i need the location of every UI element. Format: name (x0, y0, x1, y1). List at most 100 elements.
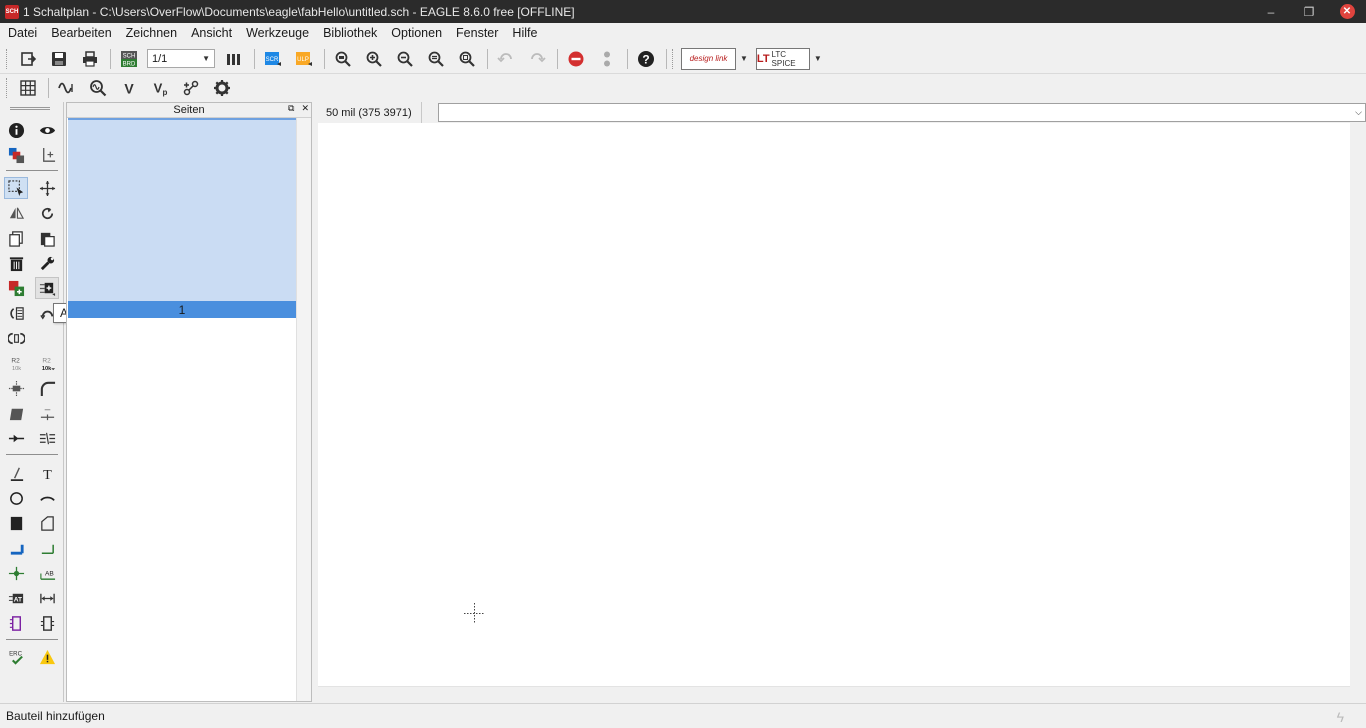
value-tool[interactable]: R2 10k (35, 352, 59, 374)
sheet-list-item[interactable]: 1 (68, 301, 296, 318)
zoom-in-button[interactable] (361, 47, 387, 71)
arc-tool[interactable] (35, 487, 59, 509)
add-part-tool[interactable] (4, 277, 28, 299)
add-tool[interactable] (35, 277, 59, 299)
change-tool[interactable] (35, 252, 59, 274)
design-link-button[interactable]: design link (681, 47, 736, 70)
bus-tool[interactable] (4, 537, 28, 559)
smash-tool[interactable] (4, 377, 28, 399)
toolbar-grip (672, 48, 675, 69)
delete-tool[interactable] (4, 252, 28, 274)
help-button[interactable]: ? (633, 47, 659, 71)
gateswap-tool[interactable] (4, 327, 28, 349)
lightning-icon: ϟ (1336, 709, 1344, 725)
junction-tool[interactable] (4, 562, 28, 584)
switch-board-button[interactable]: SCH BRD (116, 47, 142, 71)
show-tool[interactable] (35, 119, 59, 141)
frame-tool[interactable] (4, 612, 28, 634)
split-tool[interactable] (4, 402, 28, 424)
dimension-tool[interactable] (35, 587, 59, 609)
mirror-tool[interactable] (4, 202, 28, 224)
mark-tool[interactable] (35, 144, 59, 166)
info-tool[interactable] (4, 119, 28, 141)
canvas-horizontal-scrollbar[interactable] (318, 686, 1350, 702)
attribute-tool[interactable]: AT (4, 587, 28, 609)
zoom-fit-button[interactable] (330, 47, 356, 71)
menu-bibliothek[interactable]: Bibliothek (316, 26, 384, 40)
pinswap-tool[interactable] (35, 427, 59, 449)
layers-button[interactable] (221, 47, 247, 71)
ulp-button[interactable]: ULP (291, 47, 317, 71)
sheets-scrollbar[interactable] (296, 118, 311, 701)
gateswap-icon (7, 332, 25, 344)
erc-tool[interactable]: ERC (4, 646, 28, 668)
chevron-down-icon[interactable]: ▼ (740, 54, 748, 63)
close-panel-icon[interactable]: ✕ (301, 103, 309, 114)
print-button[interactable] (77, 47, 103, 71)
minimize-button[interactable]: – (1252, 0, 1290, 23)
circle-tool[interactable] (4, 487, 28, 509)
scr-icon: SCR (265, 51, 281, 66)
group-tool[interactable] (4, 177, 28, 199)
command-input[interactable]: ⌵ (438, 103, 1366, 122)
probe-button[interactable] (85, 76, 111, 100)
miter-tool[interactable] (35, 377, 59, 399)
script-button[interactable]: SCR (260, 47, 286, 71)
menu-fenster[interactable]: Fenster (449, 26, 505, 40)
chevron-down-icon[interactable]: ▼ (814, 54, 822, 63)
copy-tool[interactable] (4, 227, 28, 249)
connect-button[interactable] (178, 76, 204, 100)
simulate-button[interactable] (54, 76, 80, 100)
rotate-tool[interactable] (35, 202, 59, 224)
grid-button[interactable] (15, 76, 41, 100)
replace-tool[interactable] (4, 302, 28, 324)
invoke-tool[interactable] (4, 427, 28, 449)
sheet-select[interactable]: 1/1 ▼ (147, 49, 215, 68)
window-title: 1 Schaltplan - C:\Users\OverFlow\Documen… (23, 4, 575, 19)
paste-tool[interactable] (35, 227, 59, 249)
label-tool[interactable]: AB (35, 562, 59, 584)
menu-zeichnen[interactable]: Zeichnen (119, 26, 184, 40)
zoom-select-button[interactable] (454, 47, 480, 71)
restore-button[interactable]: ❐ (1290, 0, 1328, 23)
module-tool[interactable] (35, 612, 59, 634)
net-tool[interactable] (35, 537, 59, 559)
canvas-vertical-scrollbar[interactable] (1350, 123, 1366, 686)
rect-tool[interactable] (4, 512, 28, 534)
menu-ansicht[interactable]: Ansicht (184, 26, 239, 40)
move-tool[interactable] (35, 177, 59, 199)
close-button[interactable]: ✕ (1328, 0, 1366, 23)
undo-button[interactable] (493, 47, 519, 71)
phase-probe-button[interactable]: Vp (147, 76, 173, 100)
redo-button[interactable] (524, 47, 550, 71)
menu-bearbeiten[interactable]: Bearbeiten (44, 26, 118, 40)
junction-icon (8, 566, 24, 580)
go-button[interactable] (594, 47, 620, 71)
settings-button[interactable] (209, 76, 235, 100)
voltage-probe-button[interactable]: V (116, 76, 142, 100)
text-tool[interactable]: T (35, 462, 59, 484)
menu-optionen[interactable]: Optionen (384, 26, 449, 40)
menu-datei[interactable]: Datei (1, 26, 44, 40)
chevron-down-icon[interactable]: ⌵ (1355, 107, 1362, 118)
zoom-redraw-button[interactable] (423, 47, 449, 71)
errors-tool[interactable] (35, 646, 59, 668)
open-button[interactable] (15, 47, 41, 71)
stop-button[interactable] (563, 47, 589, 71)
sheet-preview[interactable] (68, 118, 296, 301)
line-tool[interactable] (4, 462, 28, 484)
save-button[interactable] (46, 47, 72, 71)
name-tool[interactable]: R2 10k (4, 352, 28, 374)
optimize-tool[interactable] (35, 402, 59, 424)
zoom-out-button[interactable] (392, 47, 418, 71)
restore-icon: ❐ (1303, 4, 1315, 19)
menu-werkzeuge[interactable]: Werkzeuge (239, 26, 316, 40)
schematic-canvas[interactable] (318, 123, 1350, 686)
trash-icon (9, 256, 23, 271)
polygon-tool[interactable] (35, 512, 59, 534)
float-panel-icon[interactable]: ⧉ (288, 103, 294, 114)
menu-hilfe[interactable]: Hilfe (505, 26, 544, 40)
display-tool[interactable] (4, 144, 28, 166)
miter-icon (40, 381, 55, 396)
ltspice-button[interactable]: LT LTC SPICE (755, 47, 810, 70)
